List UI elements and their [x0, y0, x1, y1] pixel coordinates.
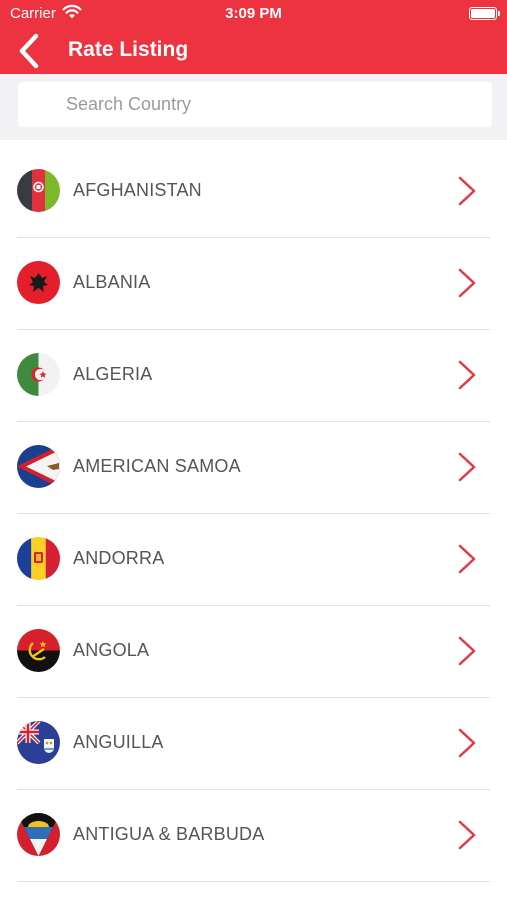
flag-algeria-icon — [17, 353, 60, 396]
back-chevron-icon[interactable] — [14, 32, 46, 70]
country-name: ALBANIA — [73, 272, 151, 292]
country-name: ANTIGUA & BARBUDA — [73, 824, 265, 844]
chevron-right-icon — [458, 176, 476, 206]
status-bar: Carrier 3:09 PM — [0, 0, 507, 28]
flag-afghanistan-icon — [17, 169, 60, 212]
page-title: Rate Listing — [68, 38, 189, 61]
flag-anguilla-icon — [17, 721, 60, 764]
chevron-right-icon — [458, 452, 476, 482]
country-row-american-samoa[interactable]: AMERICAN SAMOA — [0, 418, 507, 514]
chevron-right-icon — [458, 820, 476, 850]
chevron-right-icon — [458, 268, 476, 298]
country-name: ANDORRA — [73, 548, 165, 568]
country-row-anguilla[interactable]: ANGUILLA — [0, 694, 507, 790]
flag-andorra-icon — [17, 537, 60, 580]
search-bar — [18, 82, 492, 127]
flag-angola-icon — [17, 629, 60, 672]
clock: 3:09 PM — [225, 5, 282, 22]
flag-american-samoa-icon — [17, 445, 60, 488]
country-name: ANGUILLA — [73, 732, 164, 752]
country-name: ANGOLA — [73, 640, 150, 660]
country-row-afghanistan[interactable]: AFGHANISTAN — [0, 142, 507, 238]
country-name: ALGERIA — [73, 364, 153, 384]
battery-icon — [469, 7, 500, 20]
country-list: AFGHANISTAN ALBANIA ALGERIA AMERICAN SAM… — [0, 140, 507, 900]
chevron-right-icon — [458, 544, 476, 574]
chevron-right-icon — [458, 360, 476, 390]
country-name: AFGHANISTAN — [73, 180, 202, 200]
flag-antigua-barbuda-icon — [17, 813, 60, 856]
chevron-right-icon — [458, 728, 476, 758]
country-row-albania[interactable]: ALBANIA — [0, 234, 507, 330]
country-name: AMERICAN SAMOA — [73, 456, 241, 476]
country-row-antigua-barbuda[interactable]: ANTIGUA & BARBUDA — [0, 786, 507, 882]
flag-albania-icon — [17, 261, 60, 304]
search-country-input[interactable] — [18, 82, 492, 127]
country-row-algeria[interactable]: ALGERIA — [0, 326, 507, 422]
country-row-andorra[interactable]: ANDORRA — [0, 510, 507, 606]
country-row-angola[interactable]: ANGOLA — [0, 602, 507, 698]
nav-bar: Rate Listing — [0, 28, 507, 74]
chevron-right-icon — [458, 636, 476, 666]
